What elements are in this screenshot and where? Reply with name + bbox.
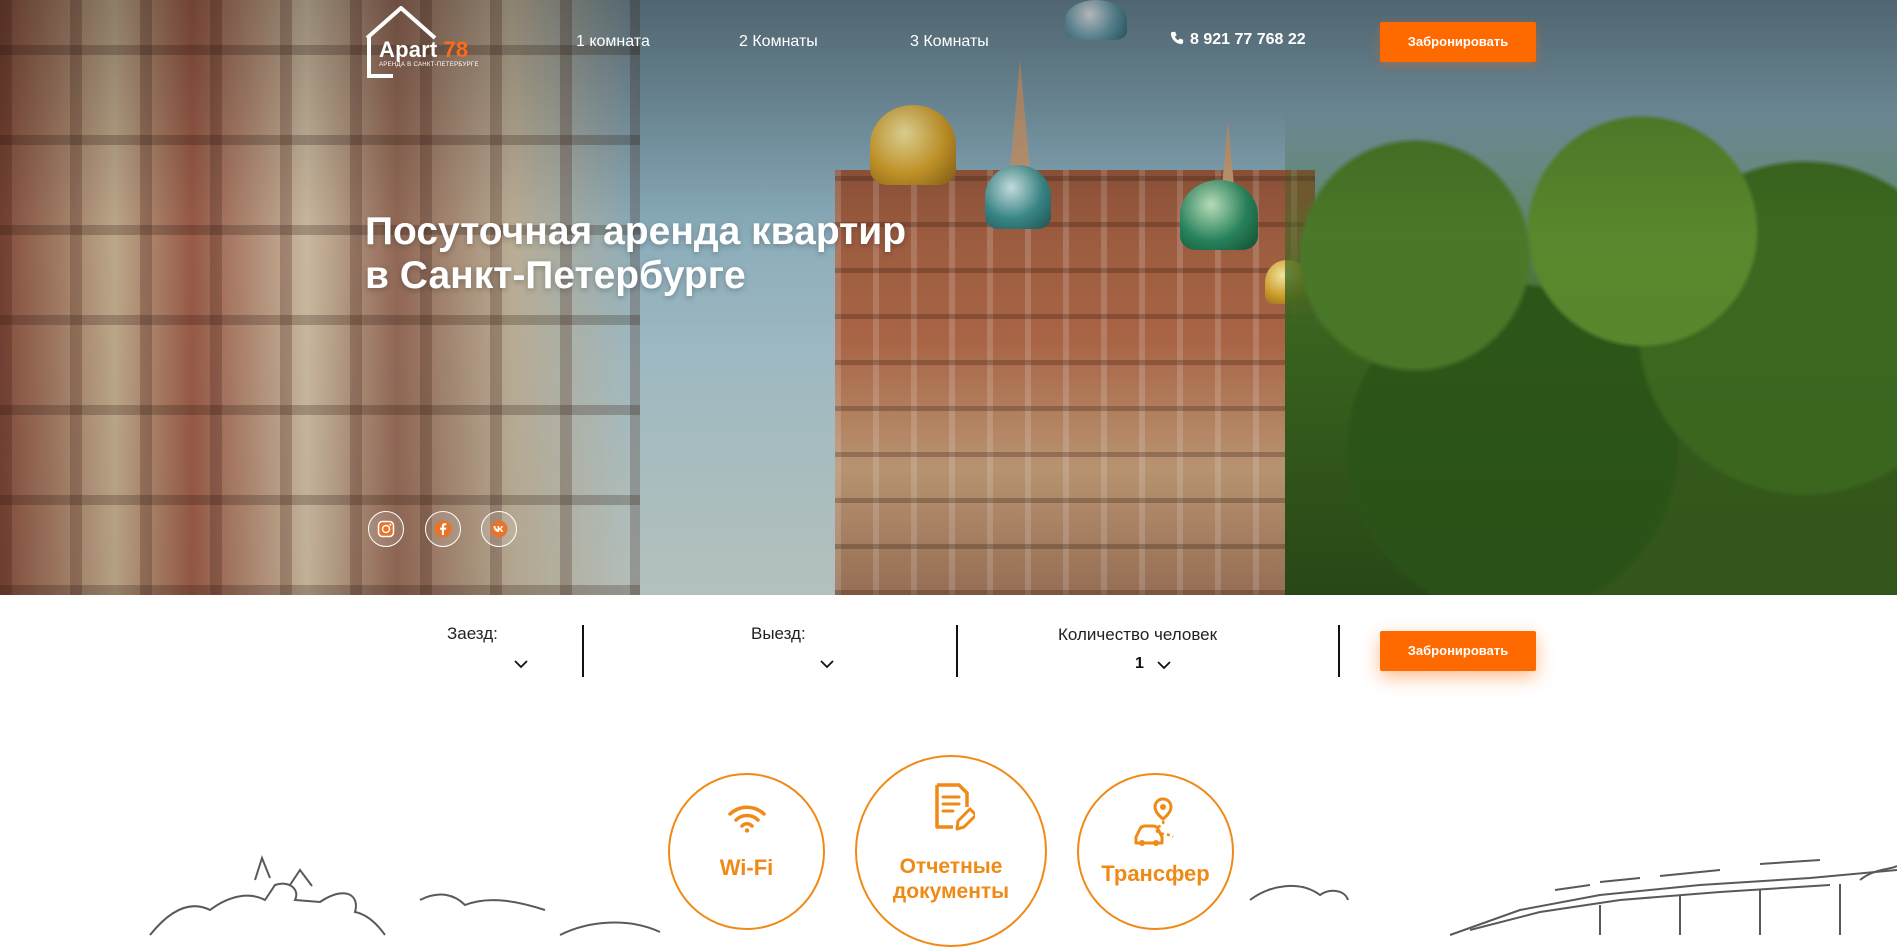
book-button[interactable]: Забронировать: [1380, 631, 1536, 671]
divider: [582, 625, 584, 677]
logo-brand: Apart: [379, 37, 438, 62]
divider: [956, 625, 958, 677]
book-button-header[interactable]: Забронировать: [1380, 22, 1536, 62]
feature-wifi-label: Wi-Fi: [719, 855, 774, 880]
hero-title: Посуточная аренда квартир в Санкт-Петерб…: [365, 210, 907, 297]
checkin-chevron-down-icon[interactable]: [514, 659, 528, 669]
nav-1-room[interactable]: 1 комната: [576, 33, 650, 51]
logo-number: 78: [443, 37, 469, 62]
phone-number: 8 921 77 768 22: [1190, 31, 1306, 48]
nav-2-rooms[interactable]: 2 Комнаты: [739, 33, 818, 51]
people-chevron-down-icon[interactable]: [1157, 660, 1171, 670]
checkout-chevron-down-icon[interactable]: [820, 659, 834, 669]
facebook-link[interactable]: [425, 511, 461, 547]
phone-link[interactable]: 8 921 77 768 22: [1170, 31, 1306, 49]
checkout-label: Выезд:: [751, 624, 806, 643]
feature-documents-label: Отчетные документы: [892, 855, 1010, 903]
checkin-label: Заезд:: [447, 624, 498, 643]
transfer-car-icon: [1134, 797, 1174, 846]
facebook-icon: [434, 520, 452, 538]
document-edit-icon: [935, 783, 975, 831]
top-navigation: Apart 78 АРЕНДА В САНКТ-ПЕТЕРБУРГЕ 1 комн…: [0, 0, 1897, 95]
logo-tagline: АРЕНДА В САНКТ-ПЕТЕРБУРГЕ: [379, 62, 479, 68]
feature-transfer-label: Трансфер: [1101, 861, 1210, 886]
instagram-link[interactable]: [368, 511, 404, 547]
feature-wifi: Wi-Fi: [668, 773, 825, 930]
divider: [1338, 625, 1340, 677]
logo[interactable]: Apart 78 АРЕНДА В САНКТ-ПЕТЕРБУРГЕ: [365, 6, 495, 78]
people-label: Количество человек: [1058, 625, 1218, 644]
phone-icon: [1170, 31, 1184, 45]
vk-link[interactable]: [481, 511, 517, 547]
wifi-icon: [728, 805, 766, 833]
instagram-icon: [377, 520, 395, 538]
feature-documents: Отчетные документы: [855, 755, 1047, 947]
vk-icon: [490, 520, 508, 538]
people-select-value[interactable]: 1: [1135, 655, 1144, 673]
feature-transfer: Трансфер: [1077, 773, 1234, 930]
nav-3-rooms[interactable]: 3 Комнаты: [910, 33, 989, 51]
